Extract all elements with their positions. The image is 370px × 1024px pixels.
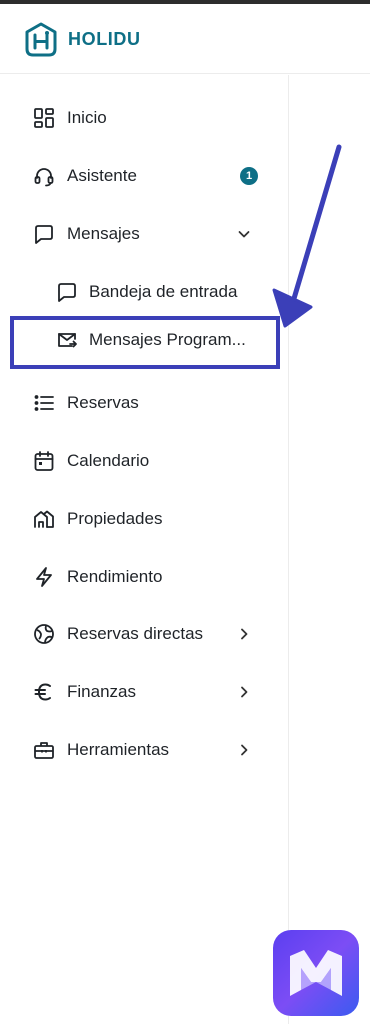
sidebar-item-herramientas[interactable]: Herramientas [0, 730, 288, 770]
sidebar-item-label: Bandeja de entrada [89, 282, 238, 301]
toolbox-icon [33, 739, 55, 761]
chat-bubble-icon [56, 281, 78, 303]
sidebar-item-label: Reservas [67, 393, 139, 412]
headset-icon [33, 165, 55, 187]
notification-badge: 1 [240, 167, 258, 185]
chevron-down-icon[interactable] [236, 226, 252, 242]
chevron-right-icon[interactable] [236, 626, 252, 642]
sidebar-divider [288, 75, 289, 1024]
globe-icon [33, 623, 55, 645]
sidebar-item-label: Propiedades [67, 509, 163, 528]
sidebar-item-propiedades[interactable]: Propiedades [0, 499, 288, 539]
dashboard-grid-icon [33, 107, 55, 129]
lightning-icon [33, 566, 55, 588]
sidebar-item-mensajes[interactable]: Mensajes [0, 214, 288, 254]
app-header: HOLIDU [0, 4, 370, 74]
brand-m-logo-icon [290, 950, 342, 996]
sidebar-item-label: Herramientas [67, 740, 170, 759]
sidebar-item-label: Inicio [67, 108, 107, 127]
holidu-logo-icon[interactable] [24, 22, 58, 58]
sidebar-item-label: Rendimiento [67, 567, 163, 586]
sidebar-item-label: Finanzas [67, 682, 136, 701]
chevron-right-icon[interactable] [236, 684, 252, 700]
euro-icon [33, 681, 55, 703]
sidebar-item-label: Reservas directas [67, 624, 204, 643]
sidebar-item-label: Asistente [67, 166, 137, 185]
sidebar-item-label: Calendario [67, 451, 150, 470]
sidebar-item-finanzas[interactable]: Finanzas [0, 672, 288, 712]
calendar-icon [33, 450, 55, 472]
sidebar-item-reservas-directas[interactable]: Reservas directas [0, 614, 288, 654]
app-launcher-button[interactable] [273, 930, 359, 1016]
sidebar-item-label: Mensajes [67, 224, 140, 243]
sidebar-subitem-bandeja[interactable]: Bandeja de entrada [0, 272, 288, 312]
sidebar-item-reservas[interactable]: Reservas [0, 383, 288, 423]
sidebar-item-calendario[interactable]: Calendario [0, 441, 288, 481]
brand-name: HOLIDU [68, 29, 141, 49]
list-icon [33, 392, 55, 414]
chevron-right-icon[interactable] [236, 742, 252, 758]
annotation-highlight-box [10, 316, 280, 369]
sidebar-item-rendimiento[interactable]: Rendimiento [0, 557, 288, 597]
chat-bubble-icon [33, 223, 55, 245]
sidebar-item-inicio[interactable]: Inicio [0, 98, 288, 138]
sidebar-item-asistente[interactable]: Asistente 1 [0, 156, 288, 196]
houses-icon [33, 508, 55, 530]
